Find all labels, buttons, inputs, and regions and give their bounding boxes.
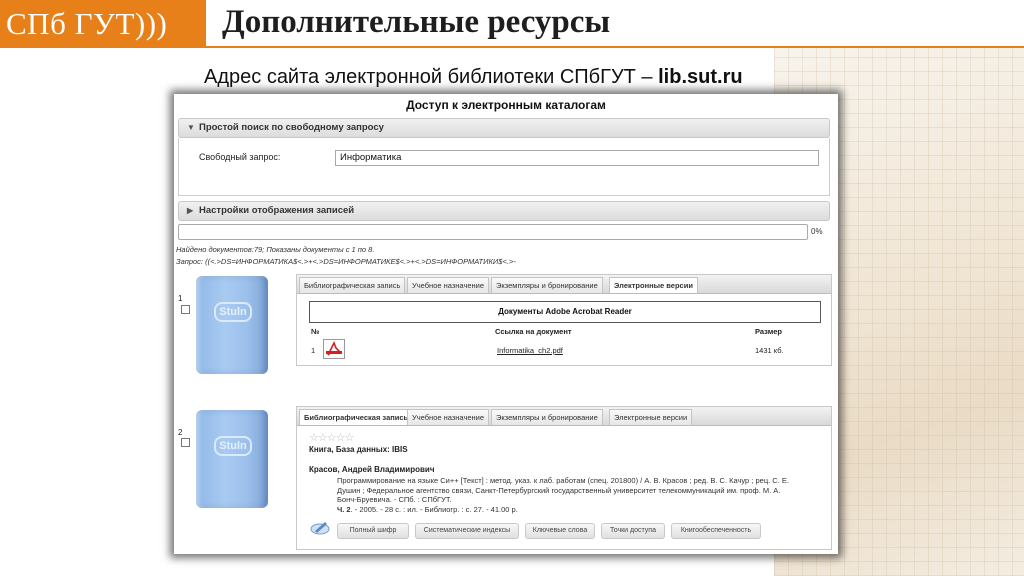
record-number: 2 (178, 428, 183, 437)
column-number: № (311, 327, 320, 336)
description-line: Программирование на языке Си++ [Текст] :… (337, 476, 789, 485)
column-link: Ссылка на документ (495, 327, 572, 336)
simple-search-title: Простой поиск по свободному запросу (199, 122, 384, 133)
tab-bibliographic[interactable]: Библиографическая запись (299, 277, 406, 293)
record-kind: Книга, База данных: IBIS (309, 445, 408, 454)
search-box: Свободный запрос: Информатика (178, 138, 830, 196)
site-address: lib.sut.ru (658, 66, 743, 88)
catalog-screenshot: Доступ к электронным каталогам ▼ Простой … (174, 94, 838, 554)
column-size: Размер (755, 327, 783, 336)
file-size: 1431 кб. (755, 346, 784, 355)
tab-copies[interactable]: Экземпляры и бронирование (491, 409, 603, 425)
description-rest: . - 2005. - 28 с. : ил. - Библиогр. : с.… (350, 504, 518, 514)
tab-electronic-versions[interactable]: Электронные версии (609, 277, 698, 293)
simple-search-header[interactable]: ▼ Простой поиск по свободному запросу (178, 118, 830, 138)
book-cover-label: Stuln (214, 302, 252, 322)
record-panel: Библиографическая запись Учебное назначе… (296, 274, 832, 366)
file-number: 1 (311, 346, 316, 355)
edit-pencil-icon[interactable] (309, 519, 331, 535)
record-tabs: Библиографическая запись Учебное назначе… (297, 407, 831, 426)
book-cover-image: Stuln (196, 276, 268, 374)
pdf-icon[interactable] (323, 339, 345, 359)
file-link[interactable]: Informatika_ch2.pdf (497, 346, 563, 355)
progress-label: 0% (811, 227, 823, 236)
header-divider (206, 46, 1024, 48)
book-cover-image: Stuln (196, 410, 268, 508)
file-name[interactable]: Informatika_ch2.pdf (497, 346, 563, 355)
display-settings-header[interactable]: ▶ Настройки отображения записей (178, 201, 830, 221)
catalog-title: Доступ к электронным каталогам (406, 98, 606, 112)
adobe-documents-header: Документы Adobe Acrobat Reader (309, 301, 821, 323)
description-line: Ч. 2. - 2005. - 28 с. : ил. - Библиогр. … (337, 505, 825, 515)
search-input[interactable]: Информатика (335, 150, 819, 166)
tab-educational[interactable]: Учебное назначение (407, 409, 490, 425)
description-line: Бонч-Бруевича. - СПб. : СПбГУТ. (337, 495, 452, 505)
record-tabs: Библиографическая запись Учебное назначе… (297, 275, 831, 294)
logo-text: СПб ГУТ))) (6, 6, 168, 41)
query-string: Запрос: ((<.>DS=ИНФОРМАТИКА$<.>+<.>DS=ИН… (176, 257, 516, 266)
record-description: Программирование на языке Си++ [Текст] :… (337, 476, 825, 514)
book-cover-label: Stuln (214, 436, 252, 456)
record-checkbox[interactable] (181, 438, 190, 447)
subtitle-text: Адрес сайта электронной библиотеки СПбГУ… (204, 66, 659, 88)
record-checkbox[interactable] (181, 305, 190, 314)
tab-electronic-versions[interactable]: Электронные версии (609, 409, 693, 425)
record-number: 1 (178, 294, 183, 303)
tab-copies[interactable]: Экземпляры и бронирование (491, 277, 603, 293)
progress-bar (178, 224, 808, 240)
tab-bibliographic[interactable]: Библиографическая запись (299, 409, 414, 425)
triangle-right-icon: ▶ (187, 206, 194, 215)
access-points-button[interactable]: Точки доступа (601, 523, 665, 539)
search-label: Свободный запрос: (199, 152, 281, 162)
found-count: Найдено документов:79; Показаны документ… (176, 245, 375, 254)
book-supply-button[interactable]: Книгообеспеченность (671, 523, 761, 539)
triangle-down-icon: ▼ (187, 123, 195, 132)
page-title: Дополнительные ресурсы (222, 4, 611, 40)
full-code-button[interactable]: Полный шифр (337, 523, 409, 539)
record-panel: Библиографическая запись Учебное назначе… (296, 406, 832, 550)
description-line: Душин ; Федеральное агентство связи, Сан… (337, 485, 781, 495)
keywords-button[interactable]: Ключевые слова (525, 523, 595, 539)
systematic-indexes-button[interactable]: Систематические индексы (415, 523, 519, 539)
logo: СПб ГУТ))) (0, 0, 206, 48)
description-part: Ч. 2 (337, 504, 351, 514)
display-settings-title: Настройки отображения записей (199, 205, 355, 216)
record-author: Красов, Андрей Владимирович (309, 465, 435, 474)
rating-stars[interactable]: ☆☆☆☆☆ (309, 431, 354, 444)
tab-educational[interactable]: Учебное назначение (407, 277, 490, 293)
subtitle: Адрес сайта электронной библиотеки СПбГУ… (204, 66, 743, 89)
